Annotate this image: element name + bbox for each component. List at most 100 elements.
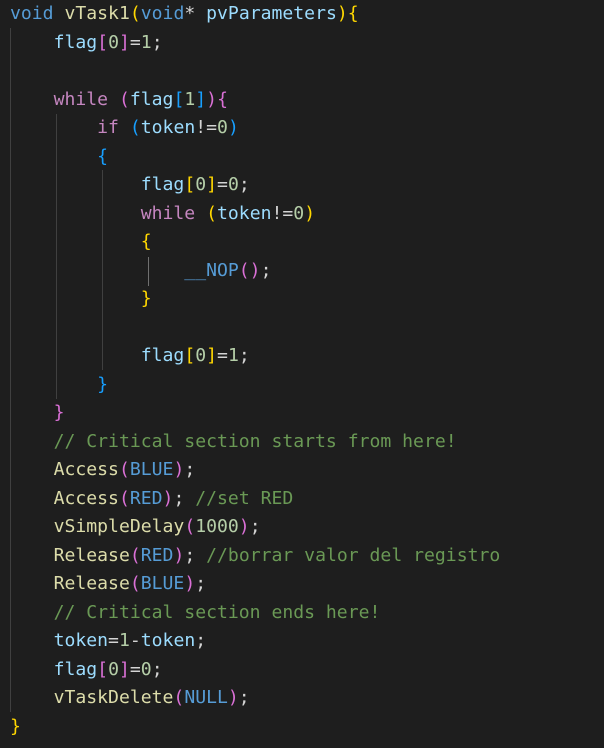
code-token: ( bbox=[184, 516, 196, 537]
code-token: __NOP bbox=[184, 259, 239, 281]
code-line[interactable]: Release(RED); //borrar valor del registr… bbox=[10, 542, 501, 571]
code-token: 1000 bbox=[195, 516, 239, 537]
code-token: token bbox=[140, 630, 196, 651]
code-token: ; bbox=[184, 544, 207, 566]
code-token: 1 bbox=[118, 630, 130, 651]
code-token: token bbox=[217, 202, 272, 224]
code-token: 0 bbox=[140, 658, 152, 680]
code-token: { bbox=[217, 88, 228, 110]
code-token: = bbox=[217, 345, 228, 366]
code-token: ; bbox=[151, 31, 163, 53]
code-token: if bbox=[97, 117, 119, 138]
code-line[interactable]: flag[0]=1; bbox=[10, 29, 163, 58]
code-token: } bbox=[97, 373, 109, 395]
code-token: 0 bbox=[108, 31, 119, 53]
code-token: = bbox=[217, 174, 228, 195]
code-token: // Critical section ends here! bbox=[53, 601, 381, 623]
code-line[interactable]: token=1-token; bbox=[10, 627, 207, 656]
code-line[interactable]: } bbox=[10, 399, 65, 428]
code-token: ] bbox=[118, 658, 130, 680]
code-token: //borrar valor del registro bbox=[206, 544, 501, 566]
code-line[interactable]: } bbox=[10, 713, 21, 742]
code-line[interactable]: Access(RED); //set RED bbox=[10, 485, 294, 514]
code-token: } bbox=[10, 715, 21, 737]
code-token: [ bbox=[184, 174, 196, 195]
code-token: * bbox=[184, 3, 207, 24]
code-token: ) bbox=[184, 573, 196, 594]
code-token: ; bbox=[249, 516, 261, 537]
code-token: vTaskDelete bbox=[53, 687, 174, 708]
code-token: 0 bbox=[293, 202, 305, 224]
code-token: ( bbox=[206, 202, 218, 224]
code-editor[interactable]: void vTask1(void* pvParameters){ flag[0]… bbox=[0, 0, 604, 748]
code-line[interactable]: __NOP(); bbox=[10, 257, 271, 286]
code-line[interactable]: while (flag[1]){ bbox=[10, 86, 228, 115]
code-token: RED bbox=[140, 544, 174, 566]
code-token: ( bbox=[129, 117, 141, 138]
code-token: [ bbox=[184, 345, 196, 366]
code-line[interactable]: while (token!=0) bbox=[10, 200, 315, 229]
code-line[interactable]: // Critical section starts from here! bbox=[10, 428, 457, 457]
code-token: ) bbox=[206, 88, 218, 110]
code-token: Access bbox=[53, 487, 119, 509]
code-line[interactable]: if (token!=0) bbox=[10, 114, 239, 143]
code-line[interactable]: flag[0]=1; bbox=[10, 342, 250, 371]
code-token: 0 bbox=[195, 345, 207, 366]
code-token: //set RED bbox=[195, 487, 294, 509]
code-token: ) bbox=[249, 259, 261, 281]
code-token: 0 bbox=[217, 117, 228, 138]
code-token: flag bbox=[129, 88, 174, 110]
code-line[interactable]: flag[0]=0; bbox=[10, 171, 250, 200]
code-token: // Critical section starts from here! bbox=[53, 430, 457, 452]
code-token: flag bbox=[53, 658, 98, 680]
code-token: ( bbox=[118, 487, 130, 509]
code-token: ; bbox=[173, 487, 196, 509]
code-token: } bbox=[53, 402, 65, 423]
code-line[interactable]: Access(BLUE); bbox=[10, 456, 196, 485]
code-token: 1 bbox=[184, 88, 196, 110]
code-line[interactable]: vTaskDelete(NULL); bbox=[10, 684, 250, 713]
code-token: { bbox=[97, 145, 109, 167]
code-token: ; bbox=[238, 174, 250, 195]
code-line[interactable]: void vTask1(void* pvParameters){ bbox=[10, 0, 359, 29]
code-token: vSimpleDelay bbox=[53, 516, 185, 537]
code-token: ] bbox=[195, 88, 207, 110]
code-token: ( bbox=[118, 459, 130, 480]
code-line[interactable]: // Critical section ends here! bbox=[10, 599, 381, 628]
code-line[interactable]: flag[0]=0; bbox=[10, 656, 163, 685]
code-token: ) bbox=[238, 516, 250, 537]
code-token: BLUE bbox=[140, 573, 185, 594]
code-token: 0 bbox=[195, 174, 207, 195]
code-token: ; bbox=[260, 259, 272, 281]
code-line[interactable]: Release(BLUE); bbox=[10, 570, 207, 599]
code-line[interactable]: vSimpleDelay(1000); bbox=[10, 513, 261, 542]
code-token: [ bbox=[173, 88, 185, 110]
code-token: 0 bbox=[227, 174, 239, 195]
code-line[interactable]: } bbox=[10, 371, 108, 400]
code-token: ; bbox=[184, 459, 196, 480]
code-line[interactable]: { bbox=[10, 228, 152, 257]
code-token: Release bbox=[53, 544, 130, 566]
code-line[interactable]: } bbox=[10, 285, 152, 314]
code-token: vTask1 bbox=[64, 3, 130, 24]
code-token: flag bbox=[53, 31, 98, 53]
code-token: ( bbox=[129, 3, 141, 24]
code-token: ) bbox=[304, 202, 316, 224]
code-token: = bbox=[129, 658, 141, 680]
code-token: BLUE bbox=[129, 459, 174, 480]
code-line[interactable]: { bbox=[10, 143, 108, 172]
code-token: ( bbox=[129, 573, 141, 594]
code-token: while bbox=[53, 88, 109, 110]
